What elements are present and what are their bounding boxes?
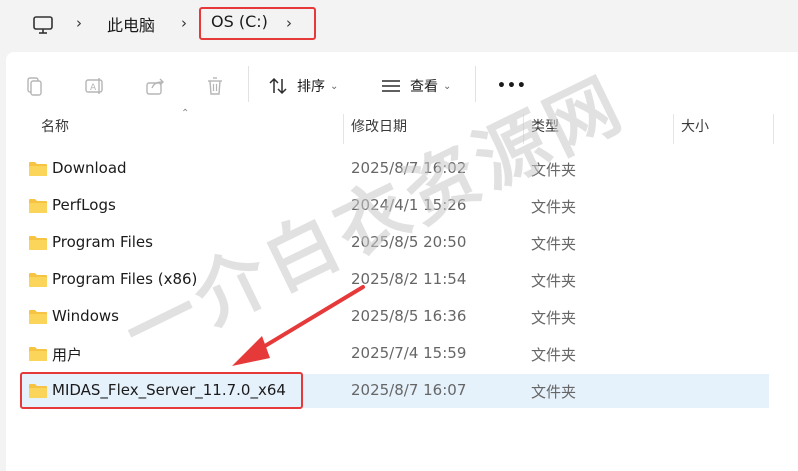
view-button[interactable]: 查看 ⌄ [380,72,451,100]
chevron-down-icon: ⌄ [443,80,452,92]
sort-label: 排序 [297,79,325,95]
share-icon [146,78,164,95]
file-name: Program Files (x86) [52,270,198,288]
list-item[interactable]: Program Files (x86) 2025/8/2 11:54 文件夹 [20,263,769,297]
share-button[interactable] [144,72,166,100]
file-name: PerfLogs [52,196,116,214]
file-type: 文件夹 [531,272,577,290]
address-bar: › 此电脑 › OS (C:) › [0,0,798,50]
file-type: 文件夹 [531,383,577,401]
column-divider[interactable] [523,114,524,144]
file-type: 文件夹 [531,198,577,216]
more-options-button[interactable]: ••• [497,72,527,100]
current-location-highlight [199,7,316,40]
file-date: 2025/8/5 20:50 [351,233,467,251]
folder-icon [29,310,47,324]
column-divider[interactable] [343,114,344,144]
chevron-down-icon: ⌄ [330,80,339,92]
file-date: 2024/4/1 15:26 [351,196,467,214]
file-type: 文件夹 [531,346,577,364]
file-date: 2025/7/4 15:59 [351,344,467,362]
copy-button[interactable] [24,72,46,100]
list-item[interactable]: Download 2025/8/7 16:02 文件夹 [20,152,769,186]
file-date: 2025/8/2 11:54 [351,270,467,288]
column-header-date[interactable]: 修改日期 [351,116,407,144]
list-item[interactable]: 用户 2025/7/4 15:59 文件夹 [20,337,769,371]
this-pc-icon[interactable] [30,12,56,38]
file-date: 2025/8/7 16:07 [351,381,467,399]
file-type: 文件夹 [531,309,577,327]
view-lines-icon [382,80,400,92]
list-item[interactable]: PerfLogs 2024/4/1 15:26 文件夹 [20,189,769,223]
folder-icon [29,162,47,176]
folder-icon [29,273,47,287]
toolbar-divider [248,66,249,102]
breadcrumb-this-pc[interactable]: 此电脑 [107,12,155,36]
file-name: Download [52,159,127,177]
file-name: Windows [52,307,119,325]
file-type: 文件夹 [531,235,577,253]
file-name: Program Files [52,233,153,251]
file-date: 2025/8/5 16:36 [351,307,467,325]
column-header-size[interactable]: 大小 [681,116,709,144]
toolbar-divider [475,66,476,102]
file-name: 用户 [52,346,83,364]
rename-button[interactable]: A [84,72,106,100]
column-header-type[interactable]: 类型 [531,116,559,144]
list-item[interactable]: Program Files 2025/8/5 20:50 文件夹 [20,226,769,260]
folder-icon [29,199,47,213]
file-type: 文件夹 [531,161,577,179]
sort-up-icon: ⌃ [181,108,190,119]
svg-text:A: A [90,83,97,93]
target-highlight-box [20,372,303,409]
sort-button[interactable]: 排序 ⌄ [267,72,338,100]
file-date: 2025/8/7 16:02 [351,159,467,177]
folder-icon [29,347,47,361]
delete-button[interactable] [204,72,226,100]
column-divider[interactable] [773,114,774,144]
sort-arrows-icon [269,77,287,95]
folder-icon [29,236,47,250]
rename-icon: A [85,78,103,94]
chevron-right-icon[interactable]: › [76,14,82,32]
view-label: 查看 [410,79,438,95]
list-item[interactable]: Windows 2025/8/5 16:36 文件夹 [20,300,769,334]
trash-icon [208,77,222,95]
more-icon: ••• [497,78,527,94]
column-divider[interactable] [673,114,674,144]
column-header-name[interactable]: 名称 [41,116,69,144]
copy-icon [27,77,42,96]
chevron-right-icon[interactable]: › [181,14,187,32]
